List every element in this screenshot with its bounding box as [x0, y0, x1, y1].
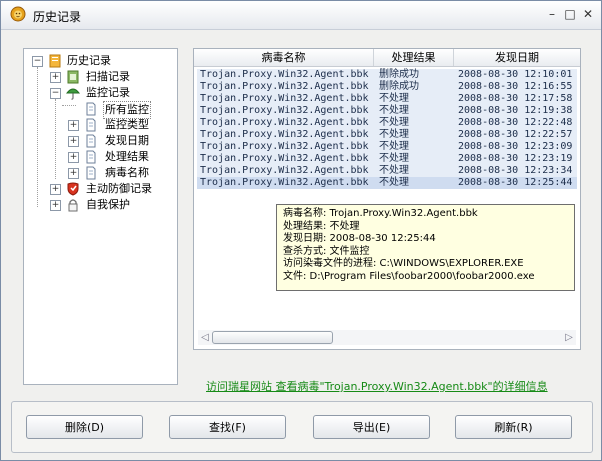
- collapse-icon[interactable]: −: [32, 56, 43, 67]
- scroll-thumb[interactable]: [212, 331, 333, 344]
- table-row[interactable]: Trojan.Proxy.Win32.Agent.bbk 不处理 2008-08…: [197, 129, 577, 141]
- history-icon: [49, 54, 61, 68]
- cell-virus-name: Trojan.Proxy.Win32.Agent.bbk: [200, 69, 369, 80]
- tree-label: 病毒名称: [105, 166, 149, 179]
- tree-label: 监控记录: [86, 86, 130, 99]
- cell-virus-name: Trojan.Proxy.Win32.Agent.bbk: [200, 129, 369, 140]
- rising-lion-icon: [10, 6, 26, 22]
- cell-date: 2008-08-30 12:25:44: [458, 177, 573, 188]
- cell-date: 2008-08-30 12:23:19: [458, 153, 573, 164]
- list-header: 病毒名称 处理结果 发现日期: [194, 49, 580, 67]
- refresh-button[interactable]: 刷新(R): [455, 415, 572, 439]
- cell-virus-name: Trojan.Proxy.Win32.Agent.bbk: [200, 177, 369, 188]
- cell-result: 不处理: [379, 93, 409, 104]
- cell-virus-name: Trojan.Proxy.Win32.Agent.bbk: [200, 153, 369, 164]
- cell-date: 2008-08-30 12:17:58: [458, 93, 573, 104]
- history-window: 历史记录 – □ ✕ − 历史记录 + 扫描记录 − 监控记录 所有监控 + 监…: [0, 0, 602, 461]
- expand-icon[interactable]: +: [68, 120, 79, 131]
- find-button[interactable]: 查找(F): [169, 415, 286, 439]
- maximize-icon[interactable]: □: [563, 7, 577, 21]
- delete-button[interactable]: 删除(D): [26, 415, 143, 439]
- table-row[interactable]: Trojan.Proxy.Win32.Agent.bbk 不处理 2008-08…: [197, 165, 577, 177]
- column-header-date[interactable]: 发现日期: [454, 49, 580, 66]
- cell-result: 删除成功: [379, 81, 419, 92]
- cell-date: 2008-08-30 12:10:01: [458, 69, 573, 80]
- scroll-left-icon[interactable]: ◁: [198, 330, 212, 345]
- cell-date: 2008-08-30 12:19:38: [458, 105, 573, 116]
- cell-result: 不处理: [379, 153, 409, 164]
- page-icon: [86, 102, 96, 116]
- cell-date: 2008-08-30 12:23:34: [458, 165, 573, 176]
- page-icon: [86, 134, 96, 148]
- cell-virus-name: Trojan.Proxy.Win32.Agent.bbk: [200, 117, 369, 128]
- virus-details-link[interactable]: 访问瑞星网站 查看病毒"Trojan.Proxy.Win32.Agent.bbk…: [206, 378, 548, 394]
- cell-virus-name: Trojan.Proxy.Win32.Agent.bbk: [200, 165, 369, 176]
- table-row[interactable]: Trojan.Proxy.Win32.Agent.bbk 不处理 2008-08…: [197, 141, 577, 153]
- export-button[interactable]: 导出(E): [313, 415, 430, 439]
- tree-label: 主动防御记录: [86, 182, 152, 195]
- tooltip-method: 查杀方式: 文件监控: [283, 245, 370, 257]
- umbrella-icon: [66, 88, 80, 100]
- scan-icon: [67, 70, 79, 84]
- expand-icon[interactable]: +: [68, 152, 79, 163]
- column-header-result[interactable]: 处理结果: [374, 49, 454, 66]
- tooltip-process: 访问染毒文件的进程: C:\WINDOWS\EXPLORER.EXE: [283, 258, 524, 269]
- lock-icon: [68, 199, 78, 212]
- tree-label: 发现日期: [105, 134, 149, 147]
- shield-icon: [67, 182, 79, 196]
- tooltip-virus-name: 病毒名称: Trojan.Proxy.Win32.Agent.bbk: [283, 208, 478, 219]
- record-detail-tooltip: 病毒名称: Trojan.Proxy.Win32.Agent.bbk 处理结果:…: [276, 204, 575, 291]
- title-bar[interactable]: 历史记录 – □ ✕: [1, 1, 601, 30]
- history-tree[interactable]: − 历史记录 + 扫描记录 − 监控记录 所有监控 + 监控类型 + 发现日期 …: [23, 48, 178, 385]
- expand-icon[interactable]: +: [50, 184, 61, 195]
- cell-date: 2008-08-30 12:23:09: [458, 141, 573, 152]
- cell-date: 2008-08-30 12:22:48: [458, 117, 573, 128]
- column-header-virus-name[interactable]: 病毒名称: [194, 49, 374, 66]
- cell-virus-name: Trojan.Proxy.Win32.Agent.bbk: [200, 105, 369, 116]
- tree-label: 扫描记录: [86, 70, 130, 83]
- cell-date: 2008-08-30 12:16:55: [458, 81, 573, 92]
- table-row[interactable]: Trojan.Proxy.Win32.Agent.bbk 删除成功 2008-0…: [197, 81, 577, 93]
- tooltip-result: 处理结果: 不处理: [283, 220, 360, 232]
- scroll-right-icon[interactable]: ▷: [562, 330, 576, 345]
- tooltip-file: 文件: D:\Program Files\foobar2000\foobar20…: [283, 270, 535, 282]
- window-title: 历史记录: [33, 10, 82, 24]
- tooltip-date: 发现日期: 2008-08-30 12:25:44: [283, 233, 436, 244]
- cell-virus-name: Trojan.Proxy.Win32.Agent.bbk: [200, 81, 369, 92]
- cell-result: 不处理: [379, 177, 409, 188]
- table-row[interactable]: Trojan.Proxy.Win32.Agent.bbk 不处理 2008-08…: [197, 153, 577, 165]
- table-row[interactable]: Trojan.Proxy.Win32.Agent.bbk 删除成功 2008-0…: [197, 69, 577, 81]
- table-row-selected[interactable]: Trojan.Proxy.Win32.Agent.bbk 不处理 2008-08…: [197, 177, 577, 189]
- cell-virus-name: Trojan.Proxy.Win32.Agent.bbk: [200, 93, 369, 104]
- cell-virus-name: Trojan.Proxy.Win32.Agent.bbk: [200, 141, 369, 152]
- minimize-icon[interactable]: –: [545, 7, 559, 21]
- table-row[interactable]: Trojan.Proxy.Win32.Agent.bbk 不处理 2008-08…: [197, 117, 577, 129]
- button-bar: 删除(D) 查找(F) 导出(E) 刷新(R): [11, 401, 593, 453]
- record-list[interactable]: 病毒名称 处理结果 发现日期 Trojan.Proxy.Win32.Agent.…: [193, 48, 581, 350]
- page-icon: [86, 150, 96, 164]
- close-icon[interactable]: ✕: [581, 7, 595, 21]
- collapse-icon[interactable]: −: [50, 88, 61, 99]
- expand-icon[interactable]: +: [68, 136, 79, 147]
- cell-result: 删除成功: [379, 69, 419, 80]
- tree-label: 处理结果: [105, 150, 149, 163]
- cell-result: 不处理: [379, 141, 409, 152]
- horizontal-scrollbar[interactable]: ◁ ▷: [198, 330, 576, 345]
- tree-label: 监控类型: [105, 118, 149, 131]
- cell-date: 2008-08-30 12:22:57: [458, 129, 573, 140]
- cell-result: 不处理: [379, 129, 409, 140]
- tree-label: 自我保护: [86, 198, 130, 211]
- expand-icon[interactable]: +: [50, 72, 61, 83]
- tree-label: 历史记录: [67, 54, 111, 67]
- cell-result: 不处理: [379, 105, 409, 116]
- table-row[interactable]: Trojan.Proxy.Win32.Agent.bbk 不处理 2008-08…: [197, 93, 577, 105]
- cell-result: 不处理: [379, 165, 409, 176]
- cell-result: 不处理: [379, 117, 409, 128]
- table-row[interactable]: Trojan.Proxy.Win32.Agent.bbk 不处理 2008-08…: [197, 105, 577, 117]
- expand-icon[interactable]: +: [68, 168, 79, 179]
- expand-icon[interactable]: +: [50, 200, 61, 211]
- page-icon: [86, 166, 96, 180]
- page-icon: [86, 118, 96, 132]
